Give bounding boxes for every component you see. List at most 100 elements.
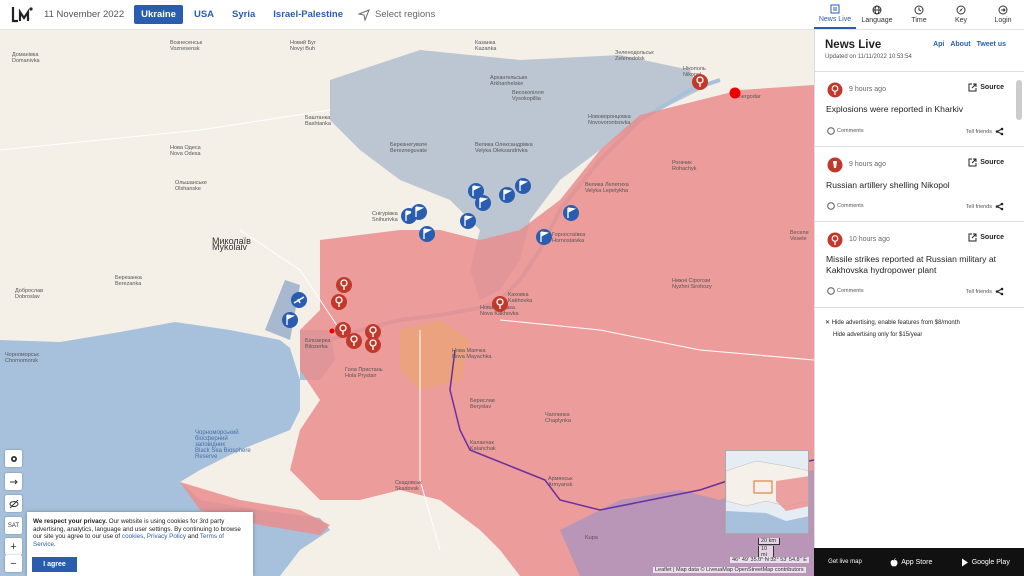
ua-flag-marker[interactable]: [562, 204, 580, 222]
ua-aircraft-marker[interactable]: [290, 291, 308, 309]
source-label: Source: [980, 159, 1004, 166]
region-tab-usa[interactable]: USA: [187, 5, 221, 24]
news-scrollbar[interactable]: [1015, 80, 1023, 310]
nav-language-label: Language: [861, 17, 893, 24]
right-nav: News Live Language Time Key Login: [814, 0, 1024, 30]
source-link[interactable]: Source: [968, 158, 1004, 167]
select-regions-button[interactable]: Select regions: [358, 8, 436, 21]
privacy-policy-link[interactable]: Privacy Policy: [147, 533, 186, 540]
cookies-link[interactable]: cookies: [122, 533, 143, 540]
ru-explosion-marker[interactable]: [491, 295, 509, 313]
label-domanivka: Доманівка Domanivka: [12, 52, 40, 64]
region-tab-israel-palestine[interactable]: Israel-Palestine: [266, 5, 350, 24]
hide-ads-yearly[interactable]: Hide advertising only for $15/year: [825, 329, 960, 341]
google-play-button[interactable]: Google Play: [961, 558, 1010, 567]
ru-explosion-marker[interactable]: [691, 73, 709, 91]
label-chornomorsk: Чорноморськ Chornomorsk: [5, 352, 39, 364]
label-rohachyk: Рогачик Rohachyk: [672, 160, 697, 172]
ru-explosion-marker[interactable]: [345, 332, 363, 350]
news-text[interactable]: Russian artillery shelling Nikopol: [826, 180, 1006, 191]
compass-icon: [956, 5, 966, 15]
map-layers-button[interactable]: [5, 450, 22, 467]
source-label: Source: [980, 84, 1004, 91]
news-text[interactable]: Explosions were reported in Kharkiv: [826, 104, 1006, 115]
zoom-in-button[interactable]: +: [5, 538, 22, 555]
about-link[interactable]: About: [950, 41, 970, 48]
login-icon: [998, 5, 1008, 15]
label-nova-odesa: Нова Одеса Nova Odesa: [170, 145, 201, 157]
eye-off-icon: [9, 499, 18, 508]
map-base[interactable]: [0, 30, 814, 576]
nav-key[interactable]: Key: [940, 0, 982, 29]
ua-flag-marker[interactable]: [474, 194, 492, 212]
minimap[interactable]: [725, 450, 809, 534]
ua-flag-marker[interactable]: [535, 228, 553, 246]
nav-time[interactable]: Time: [898, 0, 940, 29]
ru-explosion-marker[interactable]: [330, 293, 348, 311]
news-text[interactable]: Missile strikes reported at Russian mili…: [826, 254, 1006, 276]
comment-icon: [827, 127, 835, 135]
region-tab-syria[interactable]: Syria: [225, 5, 262, 24]
tweet-us-link[interactable]: Tweet us: [977, 41, 1006, 48]
ua-flag-marker[interactable]: [514, 177, 532, 195]
scrollbar-thumb[interactable]: [1016, 80, 1022, 120]
red-dot-marker[interactable]: [729, 87, 741, 99]
clock-icon: [914, 5, 924, 15]
ua-flag-marker[interactable]: [281, 311, 299, 329]
play-store-icon: [961, 558, 968, 566]
nav-login[interactable]: Login: [982, 0, 1024, 29]
news-item[interactable]: 9 hours ago Source Russian artillery she…: [815, 147, 1024, 222]
satellite-toggle[interactable]: SAT: [5, 517, 22, 534]
ua-flag-marker[interactable]: [459, 212, 477, 230]
map-attribution[interactable]: Leaflet | Map data © LiveuaMap OpenStree…: [653, 567, 806, 573]
explosion-icon: [827, 232, 843, 248]
cookie-text-bold: We respect your privacy.: [33, 518, 107, 525]
comments-link[interactable]: Comments: [827, 202, 864, 210]
share-icon: [995, 202, 1004, 211]
ru-explosion-marker[interactable]: [364, 336, 382, 354]
news-header: News Live Updated on 11/11/2022 10:53:54…: [815, 30, 1024, 72]
external-link-icon: [968, 158, 977, 167]
label-vysokopillia: Високопілля Vysokopillia: [512, 90, 544, 102]
map-visibility-button[interactable]: [5, 495, 22, 512]
news-item[interactable]: 9 hours ago Source Explosions were repor…: [815, 72, 1024, 147]
region-tab-ukraine[interactable]: Ukraine: [134, 5, 183, 24]
hide-ads-subscription[interactable]: ✕ Hide advertising, enable features from…: [825, 317, 960, 329]
map-area[interactable]: Миколаїв Mykolaiv Нікополь Nikopol Energ…: [0, 30, 814, 576]
nav-language[interactable]: Language: [856, 0, 898, 29]
comments-link[interactable]: Comments: [827, 287, 864, 295]
hide-ads-subscription-label: Hide advertising, enable features from $…: [831, 320, 960, 326]
tell-friends-link[interactable]: Tell friends: [966, 127, 1004, 136]
ua-flag-marker[interactable]: [418, 225, 436, 243]
comments-link[interactable]: Comments: [827, 127, 864, 135]
source-link[interactable]: Source: [968, 83, 1004, 92]
google-play-label: Google Play: [971, 558, 1010, 566]
label-berezanka: Березанка Berezanka: [115, 275, 142, 287]
label-zelenodolsk: Зеленодольськ Zelenodolsk: [615, 50, 654, 62]
ru-explosion-marker[interactable]: [335, 276, 353, 294]
label-berezneguvate: Березнегувате Berezneguvate: [390, 142, 428, 154]
select-regions-label: Select regions: [375, 9, 436, 20]
map-share-button[interactable]: [5, 473, 22, 490]
api-link[interactable]: Api: [933, 41, 944, 48]
tell-friends-link[interactable]: Tell friends: [966, 287, 1004, 296]
label-velyka-lepetykha: Велика Лепетиха Velyka Lepetykha: [585, 182, 629, 194]
label-nova-mayachka: Нова Маячка Nova Mayachka: [452, 348, 492, 360]
label-nyzhni-sirohozy: Нижні Сірогози Nyzhni Sirohozy: [672, 278, 712, 290]
news-item[interactable]: 10 hours ago Source Missile strikes repo…: [815, 222, 1024, 308]
zoom-out-button[interactable]: −: [5, 555, 22, 572]
label-velyka-oleksandrivka: Велика Олександрівка Velyka Oleksandrivk…: [475, 142, 533, 154]
scale-km: 20 km: [758, 538, 780, 545]
red-dot-marker[interactable]: [329, 328, 335, 334]
ua-flag-marker[interactable]: [410, 203, 428, 221]
agree-button[interactable]: I agree: [32, 557, 77, 572]
nav-news-live[interactable]: News Live: [814, 0, 856, 29]
label-mykolaiv: Миколаїв Mykolaiv: [212, 236, 251, 252]
news-updated: Updated on 11/11/2022 10:53:54: [825, 54, 912, 60]
liveuamap-logo[interactable]: [10, 5, 34, 25]
tell-friends-link[interactable]: Tell friends: [966, 202, 1004, 211]
tell-friends-label: Tell friends: [965, 128, 992, 135]
app-store-button[interactable]: App Store: [890, 557, 932, 567]
source-link[interactable]: Source: [968, 233, 1004, 242]
current-date[interactable]: 11 November 2022: [44, 9, 124, 20]
